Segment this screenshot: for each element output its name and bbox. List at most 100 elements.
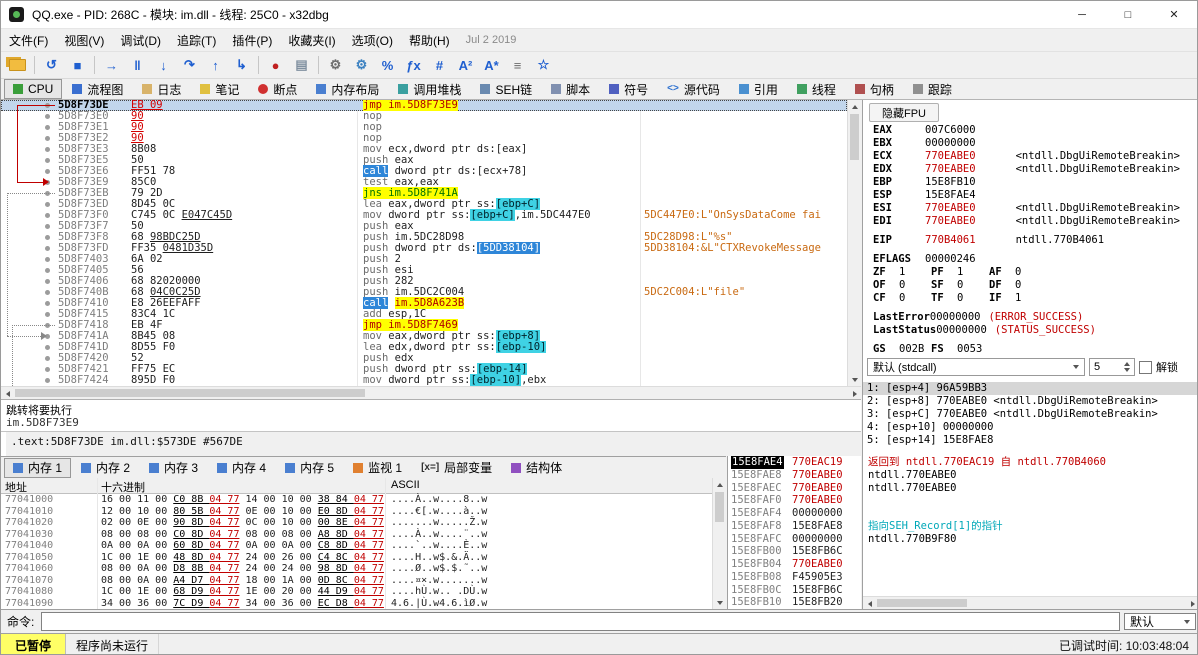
tab-struct[interactable]: 结构体 <box>502 458 571 478</box>
stack-row[interactable]: 15E8FB0015E8FB6C <box>728 545 861 558</box>
dump-vertical-scrollbar[interactable] <box>712 478 726 609</box>
scrollbar-thumb[interactable] <box>877 599 967 607</box>
tab-script[interactable]: 脚本 <box>542 79 599 99</box>
tab-memory-5[interactable]: 内存 5 <box>276 458 343 478</box>
register-row[interactable]: EAX007C6000 <box>863 124 1198 137</box>
settings-icon[interactable]: ⚙ <box>323 53 348 77</box>
scroll-down-button[interactable] <box>713 596 727 609</box>
stack-comment-row[interactable]: ntdll.770B9F80 <box>863 533 1198 546</box>
register-row[interactable]: EFLAGS00000246 <box>863 253 1198 266</box>
dump-row[interactable]: 7704106008 00 0A 00D8 8B 04 7724 00 24 0… <box>1 563 712 575</box>
stack-comment-row[interactable]: 返回到 ntdll.770EAC19 自 ntdll.770B4060 <box>863 456 1198 469</box>
disasm-row[interactable]: 5D8F741D8D55 F0lea edx,dword ptr ss:[ebp… <box>1 342 847 353</box>
stack-row[interactable]: 15E8FAF400000000 <box>728 507 861 520</box>
disasm-row[interactable]: 5D8F73FDFF35 0481D35Dpush dword ptr ds:[… <box>1 243 847 254</box>
command-mode-dropdown[interactable]: 默认 <box>1124 613 1196 630</box>
stack-row[interactable]: 15E8FB04770EABE0 <box>728 558 861 571</box>
breakpoint-dot[interactable] <box>45 213 50 218</box>
favourites-icon[interactable]: ☆ <box>531 53 556 77</box>
menu-item-6[interactable]: 收藏夹(I) <box>280 30 343 50</box>
memory-map-icon[interactable]: ▤ <box>289 53 314 77</box>
pause-icon[interactable]: ‖ <box>125 53 150 77</box>
stack-row[interactable]: 15E8FB08F45905E3 <box>728 571 861 584</box>
stack-comment-row[interactable] <box>863 507 1198 520</box>
dump-row[interactable]: 7704100016 00 11 00C0 8B 04 7714 00 10 0… <box>1 494 712 506</box>
memory-dump-pane[interactable]: 地址 十六进制 ASCII 7704100016 00 11 00C0 8B 0… <box>1 478 726 609</box>
breakpoint-dot[interactable] <box>45 290 50 295</box>
dump-row[interactable]: 7704109034 00 36 007C D9 04 7734 00 36 0… <box>1 598 712 610</box>
stack-row[interactable]: 15E8FAEC770EABE0 <box>728 482 861 495</box>
stack-arg-row[interactable]: 1: [esp+4] 96A59BB3 <box>863 382 1198 395</box>
breakpoint-dot[interactable] <box>45 279 50 284</box>
minimize-button[interactable]: ─ <box>1059 1 1105 29</box>
stack-row[interactable]: 15E8FAFC00000000 <box>728 533 861 546</box>
register-row[interactable]: EBX00000000 <box>863 137 1198 150</box>
register-row[interactable]: LastStatus00000000(STATUS_SUCCESS) <box>863 324 1198 337</box>
disasm-row[interactable]: 5D8F74036A 02push 2 <box>1 254 847 265</box>
menu-item-5[interactable]: 插件(P) <box>224 30 280 50</box>
close-button[interactable]: ✕ <box>1151 1 1197 29</box>
disasm-row[interactable]: 5D8F7424895D F0mov dword ptr ss:[ebp-10]… <box>1 375 847 386</box>
breakpoint-dot[interactable] <box>45 202 50 207</box>
tab-memory-1[interactable]: 内存 1 <box>4 458 71 478</box>
close-icon[interactable]: ■ <box>65 53 90 77</box>
breakpoint-dot[interactable] <box>45 312 50 317</box>
tab-memory-3[interactable]: 内存 3 <box>140 458 207 478</box>
maximize-button[interactable]: □ <box>1105 1 1151 29</box>
stack-row[interactable]: 15E8FAF815E8FAE8 <box>728 520 861 533</box>
stack-comment-row[interactable]: ntdll.770EABE0 <box>863 482 1198 495</box>
assemble-icon[interactable]: A² <box>453 53 478 77</box>
breakpoint-dot[interactable] <box>45 301 50 306</box>
scroll-up-button[interactable] <box>713 478 727 491</box>
register-row[interactable]: GS002BFS0053 <box>863 343 1198 356</box>
menu-item-3[interactable]: 调试(D) <box>112 30 169 50</box>
register-row[interactable]: LastError00000000(ERROR_SUCCESS) <box>863 311 1198 324</box>
hide-fpu-button[interactable]: 隐藏FPU <box>869 103 939 122</box>
stack-comment-row[interactable]: 指向SEH_Record[1]的指针 <box>863 520 1198 533</box>
breakpoint-dot[interactable] <box>45 356 50 361</box>
stack-row[interactable]: 15E8FB0C15E8FB6C <box>728 584 861 597</box>
tab-watch-1[interactable]: 监视 1 <box>344 458 411 478</box>
disasm-row[interactable]: 5D8F73E090nop <box>1 111 847 122</box>
step-into-icon[interactable]: ↓ <box>151 53 176 77</box>
breakpoint-dot[interactable] <box>45 378 50 383</box>
scrollbar-thumb[interactable] <box>15 389 365 397</box>
breakpoint-dot[interactable] <box>45 158 50 163</box>
breakpoint-dot[interactable] <box>45 257 50 262</box>
disasm-vertical-scrollbar[interactable] <box>847 100 861 386</box>
tab-trace[interactable]: 跟踪 <box>904 79 961 99</box>
tab-threads[interactable]: 线程 <box>788 79 845 99</box>
percent-icon[interactable]: % <box>375 53 400 77</box>
fx-icon[interactable]: ƒx <box>401 53 426 77</box>
register-row[interactable]: ESP15E8FAE4 <box>863 189 1198 202</box>
breakpoint-dot[interactable] <box>45 345 50 350</box>
register-row[interactable]: EDX770EABE0<ntdll.DbgUiRemoteBreakin> <box>863 163 1198 176</box>
restart-icon[interactable]: ↺ <box>39 53 64 77</box>
dump-row[interactable]: 770410801C 00 1E 0068 D9 04 771E 00 20 0… <box>1 586 712 598</box>
menu-item-1[interactable]: 文件(F) <box>1 30 56 50</box>
stack-row[interactable]: 15E8FAE4770EAC19 <box>728 456 861 469</box>
stack-arg-row[interactable]: 3: [esp+C] 770EABE0 <ntdll.DbgUiRemoteBr… <box>863 408 1198 421</box>
open-file-icon[interactable] <box>5 53 30 77</box>
breakpoint-dot[interactable] <box>45 367 50 372</box>
tab-call-stack[interactable]: 调用堆栈 <box>389 79 470 99</box>
dump-row[interactable]: 770410400A 00 0A 0060 8D 04 770A 00 0A 0… <box>1 540 712 552</box>
tab-source[interactable]: <>源代码 <box>658 79 729 99</box>
stack-comment-row[interactable] <box>863 584 1198 597</box>
register-row[interactable]: EIP770B4061ntdll.770B4061 <box>863 234 1198 247</box>
register-row[interactable]: ESI770EABE0<ntdll.DbgUiRemoteBreakin> <box>863 202 1198 215</box>
menu-item-2[interactable]: 视图(V) <box>56 30 112 50</box>
plugins-icon[interactable]: ⚙ <box>349 53 374 77</box>
register-row[interactable]: EBP15E8FB10 <box>863 176 1198 189</box>
register-row[interactable]: EDI770EABE0<ntdll.DbgUiRemoteBreakin> <box>863 215 1198 228</box>
stack-arg-row[interactable]: 2: [esp+8] 770EABE0 <ntdll.DbgUiRemoteBr… <box>863 395 1198 408</box>
dump-row[interactable]: 770410501C 00 1E 0048 8D 04 7724 00 26 0… <box>1 552 712 564</box>
tab-notes[interactable]: 笔记 <box>191 79 248 99</box>
tab-seh[interactable]: SEH链 <box>471 79 541 99</box>
tab-breakpoints[interactable]: 断点 <box>249 79 306 99</box>
scrollbar-thumb[interactable] <box>715 492 724 522</box>
tab-graph[interactable]: 流程图 <box>63 79 132 99</box>
stepper-buttons[interactable] <box>1124 362 1130 372</box>
unlock-checkbox[interactable]: 解锁 <box>1139 359 1178 375</box>
menu-item-4[interactable]: 追踪(T) <box>169 30 224 50</box>
